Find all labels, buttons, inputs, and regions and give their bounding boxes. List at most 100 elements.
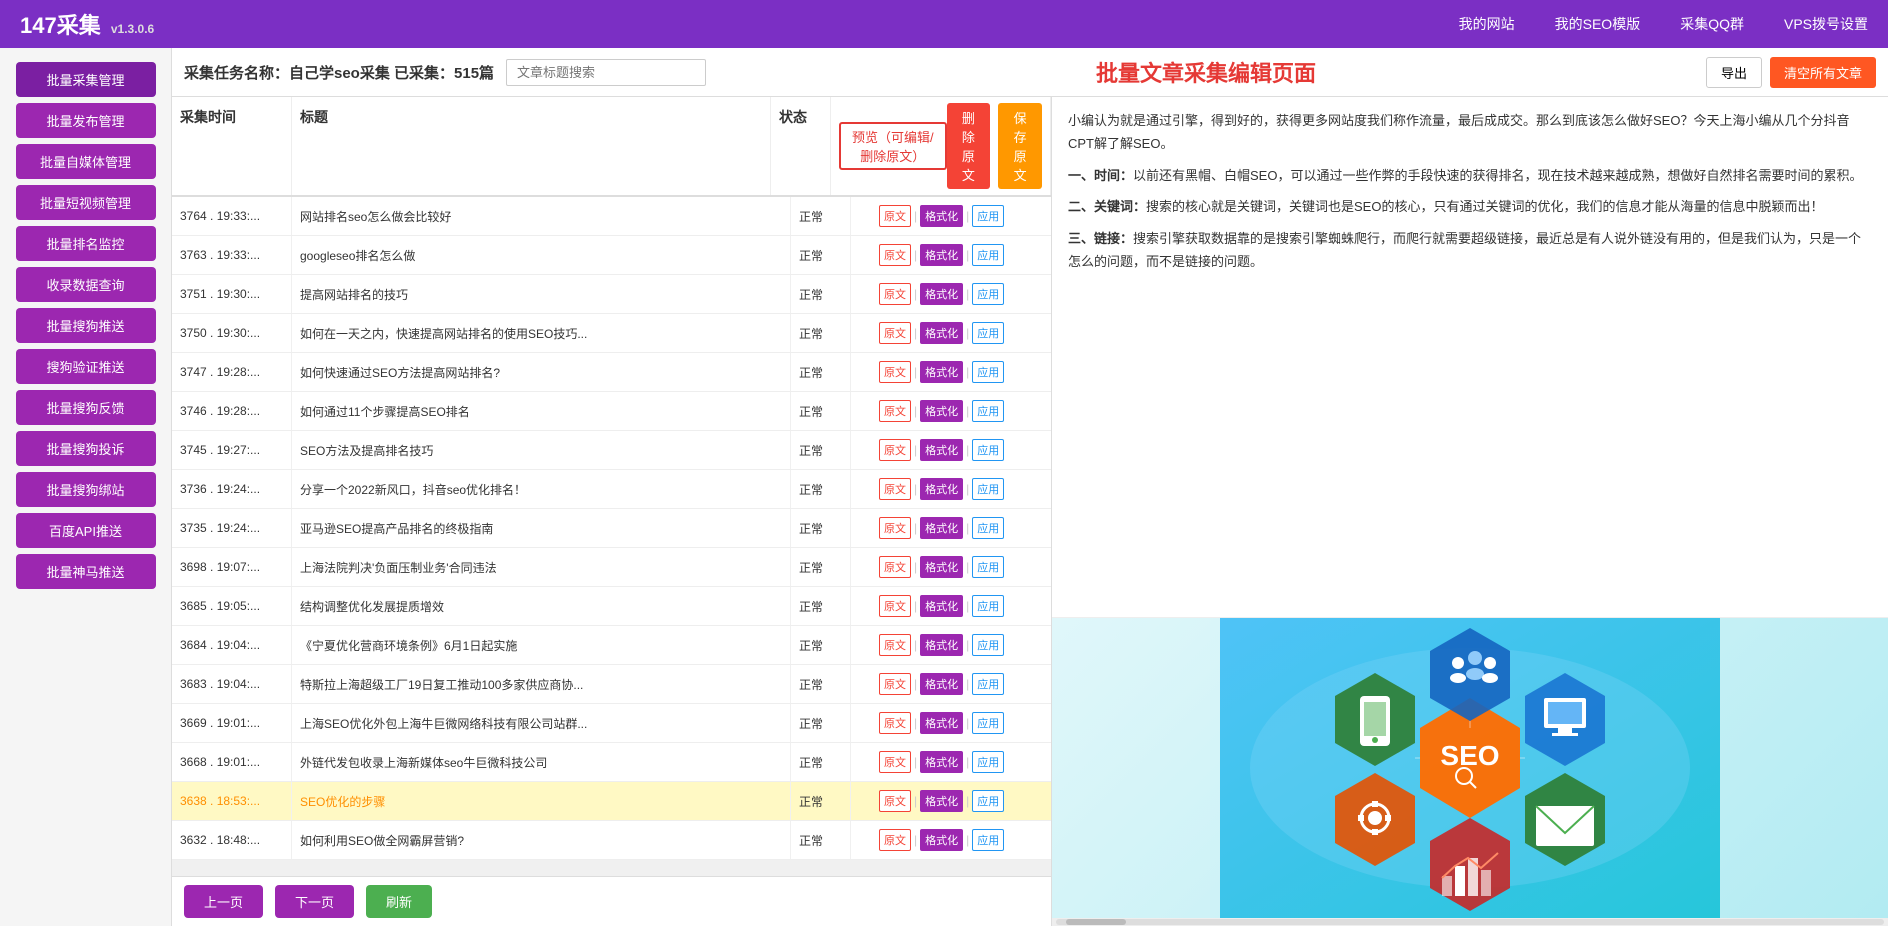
btn-yingyong[interactable]: 应用 bbox=[972, 322, 1004, 344]
prev-page-button[interactable]: 上一页 bbox=[184, 885, 263, 918]
btn-yingyong[interactable]: 应用 bbox=[972, 478, 1004, 500]
btn-geshihua[interactable]: 格式化 bbox=[920, 478, 963, 500]
btn-yingyong[interactable]: 应用 bbox=[972, 205, 1004, 227]
table-row[interactable]: 3683 . 19:04:... 特斯拉上海超级工厂19日复工推动100多家供应… bbox=[172, 665, 1051, 704]
btn-geshihua[interactable]: 格式化 bbox=[920, 517, 963, 539]
table-row[interactable]: 3638 . 18:53:... SEO优化的步骤 正常 原文 | 格式化 | … bbox=[172, 782, 1051, 821]
btn-yingyong[interactable]: 应用 bbox=[972, 283, 1004, 305]
btn-geshihua[interactable]: 格式化 bbox=[920, 205, 963, 227]
btn-yuanwen[interactable]: 原文 bbox=[879, 205, 911, 227]
sidebar-item-collect[interactable]: 批量采集管理 bbox=[16, 62, 156, 97]
sidebar-item-media[interactable]: 批量自媒体管理 bbox=[16, 144, 156, 179]
nav-seo-template[interactable]: 我的SEO模版 bbox=[1555, 14, 1641, 34]
save-orig-button[interactable]: 保存原文 bbox=[998, 103, 1042, 189]
btn-yuanwen[interactable]: 原文 bbox=[879, 712, 911, 734]
table-row[interactable]: 3736 . 19:24:... 分享一个2022新风口，抖音seo优化排名！ … bbox=[172, 470, 1051, 509]
btn-geshihua[interactable]: 格式化 bbox=[920, 322, 963, 344]
table-row[interactable]: 3685 . 19:05:... 结构调整优化发展提质增效 正常 原文 | 格式… bbox=[172, 587, 1051, 626]
nav-qq-group[interactable]: 采集QQ群 bbox=[1680, 14, 1744, 34]
btn-geshihua[interactable]: 格式化 bbox=[920, 283, 963, 305]
nav-my-site[interactable]: 我的网站 bbox=[1459, 14, 1515, 34]
sidebar-item-shenma-push[interactable]: 批量神马推送 bbox=[16, 554, 156, 589]
btn-geshihua[interactable]: 格式化 bbox=[920, 751, 963, 773]
btn-yuanwen[interactable]: 原文 bbox=[879, 517, 911, 539]
sidebar-item-sougou-bind[interactable]: 批量搜狗绑站 bbox=[16, 472, 156, 507]
btn-geshihua[interactable]: 格式化 bbox=[920, 556, 963, 578]
table-row[interactable]: 3698 . 19:07:... 上海法院判决'负面压制业务'合同违法 正常 原… bbox=[172, 548, 1051, 587]
table-row[interactable]: 3632 . 18:48:... 如何利用SEO做全网霸屏营销? 正常 原文 |… bbox=[172, 821, 1051, 860]
cell-time: 3735 . 19:24:... bbox=[172, 509, 292, 547]
btn-geshihua[interactable]: 格式化 bbox=[920, 595, 963, 617]
btn-geshihua[interactable]: 格式化 bbox=[920, 400, 963, 422]
sidebar-item-sougou-complaint[interactable]: 批量搜狗投诉 bbox=[16, 431, 156, 466]
btn-geshihua[interactable]: 格式化 bbox=[920, 712, 963, 734]
btn-geshihua[interactable]: 格式化 bbox=[920, 244, 963, 266]
sidebar-item-baidu-api[interactable]: 百度API推送 bbox=[16, 513, 156, 548]
btn-yuanwen[interactable]: 原文 bbox=[879, 439, 911, 461]
btn-yuanwen[interactable]: 原文 bbox=[879, 829, 911, 851]
btn-yingyong[interactable]: 应用 bbox=[972, 517, 1004, 539]
table-row[interactable]: 3750 . 19:30:... 如何在一天之内，快速提高网站排名的使用SEO技… bbox=[172, 314, 1051, 353]
table-row[interactable]: 3751 . 19:30:... 提高网站排名的技巧 正常 原文 | 格式化 |… bbox=[172, 275, 1051, 314]
btn-geshihua[interactable]: 格式化 bbox=[920, 829, 963, 851]
btn-yuanwen[interactable]: 原文 bbox=[879, 634, 911, 656]
table-row[interactable]: 3746 . 19:28:... 如何通过11个步骤提高SEO排名 正常 原文 … bbox=[172, 392, 1051, 431]
btn-yuanwen[interactable]: 原文 bbox=[879, 673, 911, 695]
btn-geshihua[interactable]: 格式化 bbox=[920, 790, 963, 812]
btn-geshihua[interactable]: 格式化 bbox=[920, 439, 963, 461]
sidebar-item-sougou-verify[interactable]: 搜狗验证推送 bbox=[16, 349, 156, 384]
preview-editable-btn[interactable]: 预览（可编辑/删除原文） bbox=[839, 122, 947, 170]
cell-actions: 原文 | 格式化 | 应用 bbox=[871, 743, 1051, 781]
table-row[interactable]: 3669 . 19:01:... 上海SEO优化外包上海牛巨微网络科技有限公司站… bbox=[172, 704, 1051, 743]
sidebar-item-rank-monitor[interactable]: 批量排名监控 bbox=[16, 226, 156, 261]
btn-yingyong[interactable]: 应用 bbox=[972, 595, 1004, 617]
btn-geshihua[interactable]: 格式化 bbox=[920, 634, 963, 656]
btn-yuanwen[interactable]: 原文 bbox=[879, 322, 911, 344]
btn-yuanwen[interactable]: 原文 bbox=[879, 751, 911, 773]
table-row[interactable]: 3668 . 19:01:... 外链代发包收录上海新媒体seo牛巨微科技公司 … bbox=[172, 743, 1051, 782]
btn-yingyong[interactable]: 应用 bbox=[972, 400, 1004, 422]
btn-yingyong[interactable]: 应用 bbox=[972, 829, 1004, 851]
btn-yuanwen[interactable]: 原文 bbox=[879, 790, 911, 812]
clear-all-button[interactable]: 清空所有文章 bbox=[1770, 57, 1876, 88]
table-row[interactable]: 3747 . 19:28:... 如何快速通过SEO方法提高网站排名? 正常 原… bbox=[172, 353, 1051, 392]
btn-yingyong[interactable]: 应用 bbox=[972, 751, 1004, 773]
table-row[interactable]: 3763 . 19:33:... googleseo排名怎么做 正常 原文 | … bbox=[172, 236, 1051, 275]
btn-yuanwen[interactable]: 原文 bbox=[879, 595, 911, 617]
table-row[interactable]: 3764 . 19:33:... 网站排名seo怎么做会比较好 正常 原文 | … bbox=[172, 197, 1051, 236]
table-row[interactable]: 3745 . 19:27:... SEO方法及提高排名技巧 正常 原文 | 格式… bbox=[172, 431, 1051, 470]
sidebar-item-sougou-feedback[interactable]: 批量搜狗反馈 bbox=[16, 390, 156, 425]
next-page-button[interactable]: 下一页 bbox=[275, 885, 354, 918]
sidebar-item-record-query[interactable]: 收录数据查询 bbox=[16, 267, 156, 302]
refresh-button[interactable]: 刷新 bbox=[366, 885, 432, 918]
btn-yingyong[interactable]: 应用 bbox=[972, 712, 1004, 734]
btn-geshihua[interactable]: 格式化 bbox=[920, 673, 963, 695]
btn-yuanwen[interactable]: 原文 bbox=[879, 478, 911, 500]
btn-yingyong[interactable]: 应用 bbox=[972, 673, 1004, 695]
btn-yingyong[interactable]: 应用 bbox=[972, 790, 1004, 812]
btn-yingyong[interactable]: 应用 bbox=[972, 634, 1004, 656]
btn-yuanwen[interactable]: 原文 bbox=[879, 361, 911, 383]
sidebar-item-shortvideo[interactable]: 批量短视频管理 bbox=[16, 185, 156, 220]
btn-yuanwen[interactable]: 原文 bbox=[879, 283, 911, 305]
btn-yuanwen[interactable]: 原文 bbox=[879, 556, 911, 578]
cell-actions: 原文 | 格式化 | 应用 bbox=[871, 275, 1051, 313]
btn-yuanwen[interactable]: 原文 bbox=[879, 244, 911, 266]
btn-yingyong[interactable]: 应用 bbox=[972, 439, 1004, 461]
search-input[interactable] bbox=[506, 59, 706, 86]
article-point: 二、关键词：搜索的核心就是关键词，关键词也是SEO的核心，只有通过关键词的优化，… bbox=[1068, 195, 1872, 218]
btn-yuanwen[interactable]: 原文 bbox=[879, 400, 911, 422]
table-row[interactable]: 3684 . 19:04:... 《宁夏优化营商环境条例》6月1日起实施 正常 … bbox=[172, 626, 1051, 665]
nav-vps-settings[interactable]: VPS拨号设置 bbox=[1784, 14, 1868, 34]
delete-orig-button[interactable]: 删除原文 bbox=[947, 103, 991, 189]
export-button[interactable]: 导出 bbox=[1706, 57, 1762, 88]
horizontal-scrollbar[interactable] bbox=[1052, 918, 1888, 926]
btn-yingyong[interactable]: 应用 bbox=[972, 244, 1004, 266]
table-row[interactable]: 3735 . 19:24:... 亚马逊SEO提高产品排名的终极指南 正常 原文… bbox=[172, 509, 1051, 548]
sidebar-item-sougou-push[interactable]: 批量搜狗推送 bbox=[16, 308, 156, 343]
btn-geshihua[interactable]: 格式化 bbox=[920, 361, 963, 383]
sidebar-item-publish[interactable]: 批量发布管理 bbox=[16, 103, 156, 138]
cell-title: 上海法院判决'负面压制业务'合同违法 bbox=[292, 548, 791, 586]
btn-yingyong[interactable]: 应用 bbox=[972, 556, 1004, 578]
btn-yingyong[interactable]: 应用 bbox=[972, 361, 1004, 383]
